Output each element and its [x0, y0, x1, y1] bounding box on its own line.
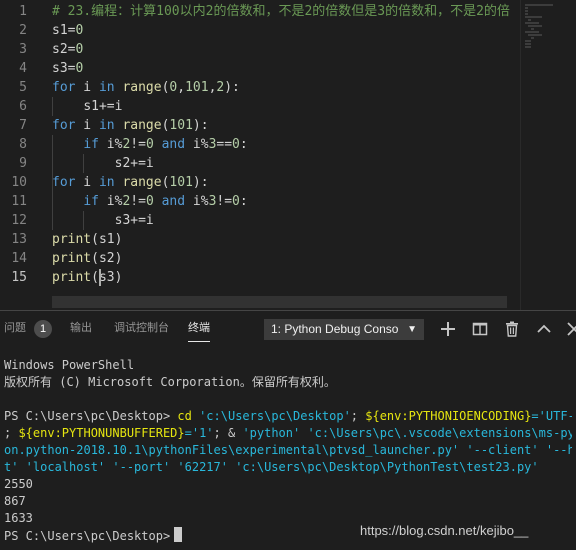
line-number-gutter: 1 2 3 4 5 6 7 8 9 10 11 12 13 14 15	[0, 0, 46, 310]
code-line: s2=0	[52, 42, 84, 57]
terminal-token: on.python-2018.10.1\pythonFiles\experime…	[4, 443, 572, 457]
panel-tab-bar: 问题 1 输出 调试控制台 终端 1: Python Debug Conso ▼	[0, 311, 576, 347]
minimap-line	[527, 25, 543, 27]
chevron-up-icon[interactable]	[536, 321, 552, 337]
minimap-line	[525, 13, 528, 15]
indent-guide	[52, 97, 53, 116]
terminal-command-line: on.python-2018.10.1\pythonFiles\experime…	[4, 442, 572, 459]
terminal-token: ; &	[213, 426, 243, 440]
terminal-selector-dropdown[interactable]: 1: Python Debug Conso ▼	[264, 319, 424, 340]
split-icon[interactable]	[472, 321, 488, 337]
minimap-line	[527, 19, 532, 21]
minimap-line	[525, 4, 553, 6]
line-number: 9	[19, 156, 27, 171]
minimap-line	[525, 46, 532, 48]
code-line: s2+=i	[114, 156, 154, 171]
terminal-token: ${env:PYTHONIOENCODING}	[365, 409, 532, 423]
line-number: 10	[11, 175, 27, 190]
terminal-token: t' 'localhost' '--port' '62217' 'c:\User…	[4, 460, 539, 474]
code-line: print(s3)	[52, 270, 123, 285]
code-line: print(s2)	[52, 251, 123, 266]
tab-debug-console[interactable]: 调试控制台	[114, 321, 169, 336]
line-number: 13	[11, 232, 27, 247]
terminal-token: ${env:PYTHONUNBUFFERED}	[18, 426, 185, 440]
terminal-program-output: 2550 867 1633	[4, 476, 572, 527]
code-line: s3+=i	[114, 213, 154, 228]
tab-output[interactable]: 输出	[70, 321, 92, 336]
terminal-selector-value: 1: Python Debug Conso	[271, 322, 399, 336]
terminal-output-line: 2550	[4, 477, 33, 491]
minimap-line	[527, 34, 543, 36]
terminal-command: PS C:\Users\pc\Desktop> cd 'c:\Users\pc\…	[4, 408, 572, 476]
minimap-line	[530, 28, 535, 30]
line-number: 7	[19, 118, 27, 133]
code-line: if i%2!=0 and i%3==0:	[83, 137, 248, 152]
terminal-token: 'c:\Users\pc\Desktop'	[199, 409, 351, 423]
line-number: 1	[19, 4, 27, 19]
line-number: 12	[11, 213, 27, 228]
code-editor[interactable]: 1 2 3 4 5 6 7 8 9 10 11 12 13 14 15 # 23.编程：计算100以内2的倍…	[0, 0, 576, 310]
terminal-copyright-line: 版权所有 (C) Microsoft Corporation。保留所有权利。	[4, 375, 336, 389]
line-number: 4	[19, 61, 27, 76]
minimap-line	[525, 22, 539, 24]
terminal-token: PS C:\Users\pc\Desktop>	[4, 409, 178, 423]
code-line: print(s1)	[52, 232, 123, 247]
terminal-token: 'python' 'c:\Users\pc\.vscode\extensions…	[242, 426, 572, 440]
code-line: if i%2!=0 and i%3!=0:	[83, 194, 248, 209]
line-number: 3	[19, 42, 27, 57]
line-number: 14	[11, 251, 27, 266]
terminal-cursor	[174, 527, 183, 542]
minimap-line	[525, 43, 532, 45]
terminal-token: ;	[350, 409, 366, 423]
indent-guide	[83, 154, 85, 173]
minimap-line	[530, 37, 535, 39]
code-line: s1=0	[52, 23, 84, 38]
plus-icon[interactable]	[440, 321, 456, 337]
tab-terminal[interactable]: 终端	[188, 321, 210, 342]
code-line: for i in range(101):	[52, 175, 209, 190]
minimap-line	[525, 31, 539, 33]
bottom-panel: 问题 1 输出 调试控制台 终端 1: Python Debug Conso ▼	[0, 310, 576, 550]
trash-icon[interactable]	[504, 321, 520, 337]
minimap-line	[525, 16, 542, 18]
terminal-token: ='UTF-8'	[531, 409, 572, 423]
terminal-token: ='1'	[184, 426, 214, 440]
terminal-prompt: PS C:\Users\pc\Desktop>	[4, 529, 171, 543]
minimap-line	[525, 10, 528, 12]
line-number: 11	[11, 194, 27, 209]
terminal-token: cd	[177, 409, 200, 423]
line-number: 6	[19, 99, 27, 114]
terminal-token: ;	[4, 426, 19, 440]
terminal-output[interactable]: Windows PowerShell 版权所有 (C) Microsoft Co…	[4, 357, 572, 544]
indent-guide	[52, 192, 53, 230]
watermark-text: https://blog.csdn.net/kejibo__	[360, 523, 529, 538]
horizontal-scrollbar[interactable]	[52, 296, 507, 308]
code-area[interactable]: # 23.编程：计算100以内2的倍数和，不是2的倍数但是3的倍数和，不是2的倍…	[52, 0, 520, 310]
line-number: 5	[19, 80, 27, 95]
minimap-line	[525, 7, 528, 9]
problems-count-badge: 1	[34, 320, 52, 338]
code-line: for i in range(0,101,2):	[52, 80, 240, 95]
minimap-line	[525, 40, 532, 42]
code-line: s3=0	[52, 61, 84, 76]
terminal-command-line: PS C:\Users\pc\Desktop> cd 'c:\Users\pc\…	[4, 408, 572, 425]
line-number: 8	[19, 137, 27, 152]
code-line: for i in range(101):	[52, 118, 209, 133]
chevron-down-icon: ▼	[407, 324, 417, 335]
terminal-command-line: t' 'localhost' '--port' '62217' 'c:\User…	[4, 459, 572, 476]
indent-guide	[83, 211, 85, 230]
terminal-output-line: 867	[4, 494, 26, 508]
code-line: s1+=i	[83, 99, 123, 114]
close-icon[interactable]	[566, 321, 576, 337]
code-line: # 23.编程：计算100以内2的倍数和，不是2的倍数但是3的倍数和，不是2的倍	[52, 4, 510, 19]
line-number: 15	[11, 270, 27, 285]
text-cursor	[98, 269, 101, 286]
minimap[interactable]	[520, 0, 575, 310]
terminal-command-line: ; ${env:PYTHONUNBUFFERED}='1'; & 'python…	[4, 425, 572, 442]
terminal-header-line: Windows PowerShell	[4, 358, 135, 372]
line-number: 2	[19, 23, 27, 38]
tab-problems[interactable]: 问题	[4, 321, 26, 336]
